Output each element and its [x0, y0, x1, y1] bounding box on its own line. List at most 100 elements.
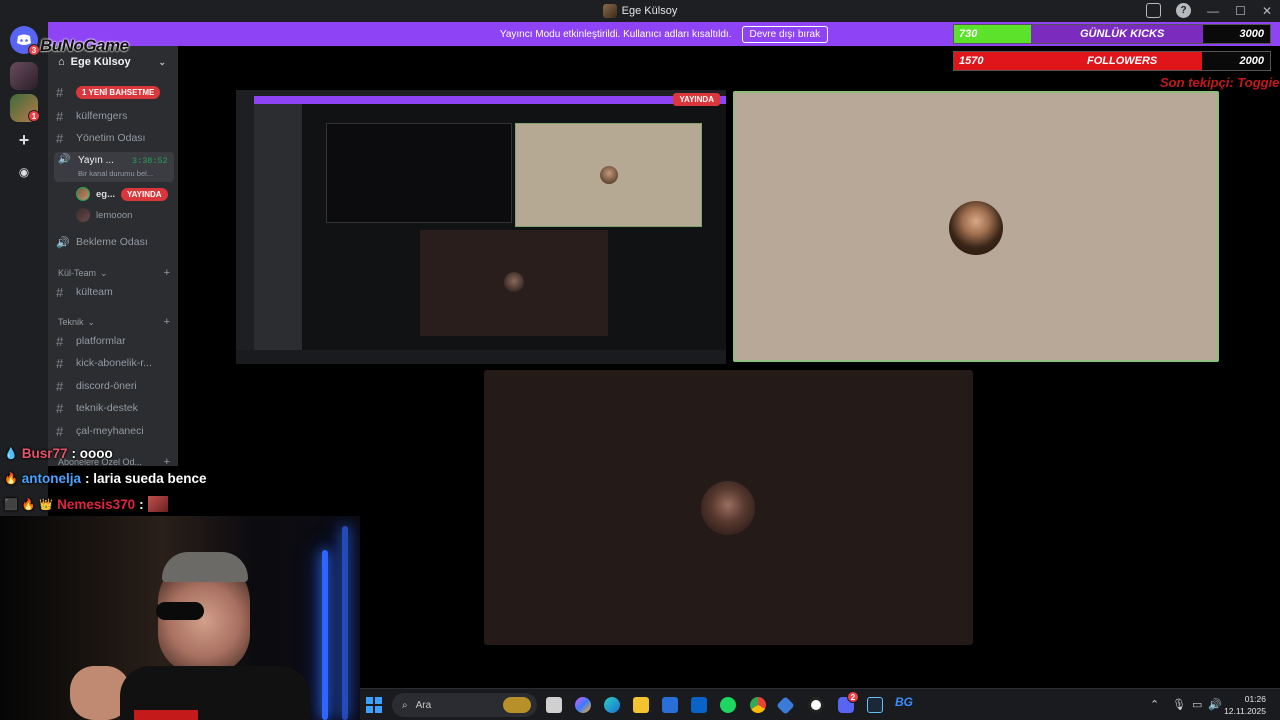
- channel-kulfemgers[interactable]: # külfemgers: [56, 106, 174, 126]
- minimize-button[interactable]: —: [1207, 4, 1219, 18]
- camera-tile-lemooon[interactable]: [484, 370, 973, 645]
- sunglasses: [156, 602, 204, 620]
- server-icon-ege[interactable]: 1: [10, 94, 40, 122]
- daily-kicks-goal-bar: 730 GÜNLÜK KICKS 3000: [953, 24, 1271, 44]
- avatar: [701, 481, 755, 535]
- chat-username: Nemesis370: [57, 496, 136, 512]
- followers-current: 1570: [959, 55, 984, 67]
- channel-label: külteam: [76, 286, 113, 298]
- microphone-icon[interactable]: 🎙: [1172, 698, 1186, 711]
- channel-sidebar: ⌂ Ege Külsoy ⌄ # 1 YENİ BAHSETME # külfe…: [48, 46, 178, 468]
- server-icon-1[interactable]: [10, 62, 38, 90]
- new-mentions-pill[interactable]: 1 YENİ BAHSETME: [76, 85, 161, 99]
- edge-icon[interactable]: [604, 697, 620, 713]
- last-follower-text: Son tekipçi: Toggiet: [1160, 75, 1280, 90]
- network-icon[interactable]: ▭: [1192, 698, 1202, 711]
- avatar: [504, 272, 524, 292]
- taskbar-search[interactable]: ⌕ Ara: [392, 693, 537, 717]
- maximize-button[interactable]: ☐: [1235, 4, 1246, 18]
- channel-bekleme[interactable]: 🔊 Bekleme Odası: [56, 232, 174, 252]
- emote-icon: [147, 496, 168, 512]
- channel-cal-meyhaneci[interactable]: # çal-meyhaneci: [56, 421, 174, 441]
- windows-start-icon[interactable]: [366, 697, 382, 713]
- taskbar-clock[interactable]: 01:26 12.11.2025: [1224, 693, 1266, 717]
- hash-icon: #: [56, 284, 64, 300]
- add-channel-icon[interactable]: +: [164, 316, 170, 328]
- hash-icon: #: [56, 84, 64, 100]
- steam-icon[interactable]: [867, 697, 883, 713]
- chevron-down-icon: ⌄: [100, 267, 108, 278]
- copilot-icon[interactable]: [575, 697, 591, 713]
- outlook-icon[interactable]: [691, 697, 707, 713]
- window-avatar-icon: [602, 4, 617, 18]
- nested-rail: [236, 96, 254, 356]
- tray-overflow-icon[interactable]: ⌃: [1150, 698, 1159, 711]
- channel-label: kick-abonelik-r...: [76, 357, 152, 369]
- chat-username: Busr77: [21, 445, 68, 461]
- store-icon[interactable]: [662, 697, 678, 713]
- disable-streamer-mode-button[interactable]: Devre dışı bırak: [741, 25, 829, 43]
- crown-icon: 👑: [39, 498, 54, 511]
- channel-kulteam[interactable]: # külteam: [56, 282, 174, 302]
- close-button[interactable]: ✕: [1262, 4, 1272, 18]
- screen-share-tile[interactable]: YAYINDA: [236, 90, 726, 364]
- volume-icon[interactable]: 🔊: [1208, 698, 1222, 711]
- category-kul-team[interactable]: Kül-Team ⌄ +: [58, 266, 174, 280]
- voice-user-lemooon[interactable]: lemooon: [76, 206, 132, 224]
- nested-cam-preview: [515, 123, 702, 227]
- server-unread-badge: 1: [28, 110, 40, 122]
- channel-discord-oneri[interactable]: # discord-öneri: [56, 376, 174, 396]
- chat-text: :: [139, 496, 144, 512]
- obs-icon[interactable]: [808, 697, 824, 713]
- channel-kick-abonelik[interactable]: # kick-abonelik-r...: [56, 353, 174, 373]
- file-explorer-icon[interactable]: [633, 697, 649, 713]
- task-view-icon[interactable]: [546, 697, 562, 713]
- kicks-goal: 3000: [1239, 28, 1264, 40]
- followers-label: FOLLOWERS: [1087, 55, 1158, 67]
- spotify-icon[interactable]: [720, 697, 736, 713]
- add-channel-icon[interactable]: +: [164, 456, 170, 468]
- followers-goal: 2000: [1239, 55, 1264, 67]
- voice-channel-yayin[interactable]: 🔊 Yayın ... 3:38:52 Bir kanal durumu bel…: [54, 152, 174, 182]
- bg-app-icon[interactable]: BG: [895, 695, 913, 709]
- discord-taskbar-icon[interactable]: 2: [838, 691, 859, 713]
- screen: Ege Külsoy ? — ☐ ✕ Yayıncı Modu etkinleş…: [0, 0, 1280, 720]
- voice-user-name: eg...: [96, 188, 116, 200]
- chevron-down-icon: ⌄: [87, 316, 96, 327]
- neon-light: [322, 550, 328, 720]
- live-badge: YAYINDA: [673, 93, 720, 106]
- add-server-button[interactable]: +: [10, 126, 38, 154]
- search-highlight-icon: [503, 697, 531, 713]
- voice-user-ege[interactable]: eg... YAYINDA: [76, 185, 168, 203]
- chat-text: : oooo: [71, 445, 113, 461]
- chrome-icon[interactable]: [750, 697, 766, 713]
- live-badge: YAYINDA: [121, 187, 168, 201]
- help-icon[interactable]: ?: [1176, 3, 1191, 18]
- inbox-icon[interactable]: [1146, 3, 1161, 18]
- add-channel-icon[interactable]: +: [164, 267, 170, 279]
- channel-new-mentions[interactable]: # 1 YENİ BAHSETME: [56, 82, 174, 102]
- home-button[interactable]: 3: [10, 26, 40, 56]
- home-unread-badge: 3: [28, 44, 40, 56]
- voice-user-name: lemooon: [96, 209, 133, 221]
- badge-icon: ⬛: [4, 498, 18, 511]
- window-title: Ege Külsoy: [621, 5, 678, 17]
- app-icon[interactable]: [776, 696, 795, 715]
- channel-label: platformlar: [76, 335, 126, 347]
- window-titlebar: Ege Külsoy ? — ☐ ✕: [0, 0, 1280, 22]
- category-teknik[interactable]: Teknik ⌄ +: [58, 315, 174, 329]
- channel-teknik-destek[interactable]: # teknik-destek: [56, 398, 174, 418]
- nested-sidebar: [254, 104, 302, 350]
- explore-button[interactable]: ◉: [10, 158, 38, 186]
- kicks-label: GÜNLÜK KICKS: [1080, 28, 1165, 40]
- channel-label: discord-öneri: [76, 380, 137, 392]
- channel-yonetim[interactable]: # Yönetim Odası: [56, 128, 174, 148]
- chevron-down-icon: ⌄: [158, 56, 166, 67]
- camera-tile-ege[interactable]: [733, 91, 1219, 362]
- followers-progress-fill: [954, 52, 1202, 70]
- neon-light: [342, 526, 348, 720]
- nested-banner: [254, 96, 726, 104]
- hash-icon: #: [56, 130, 64, 146]
- flame-icon: 🔥: [4, 472, 18, 485]
- channel-platformlar[interactable]: # platformlar: [56, 331, 174, 351]
